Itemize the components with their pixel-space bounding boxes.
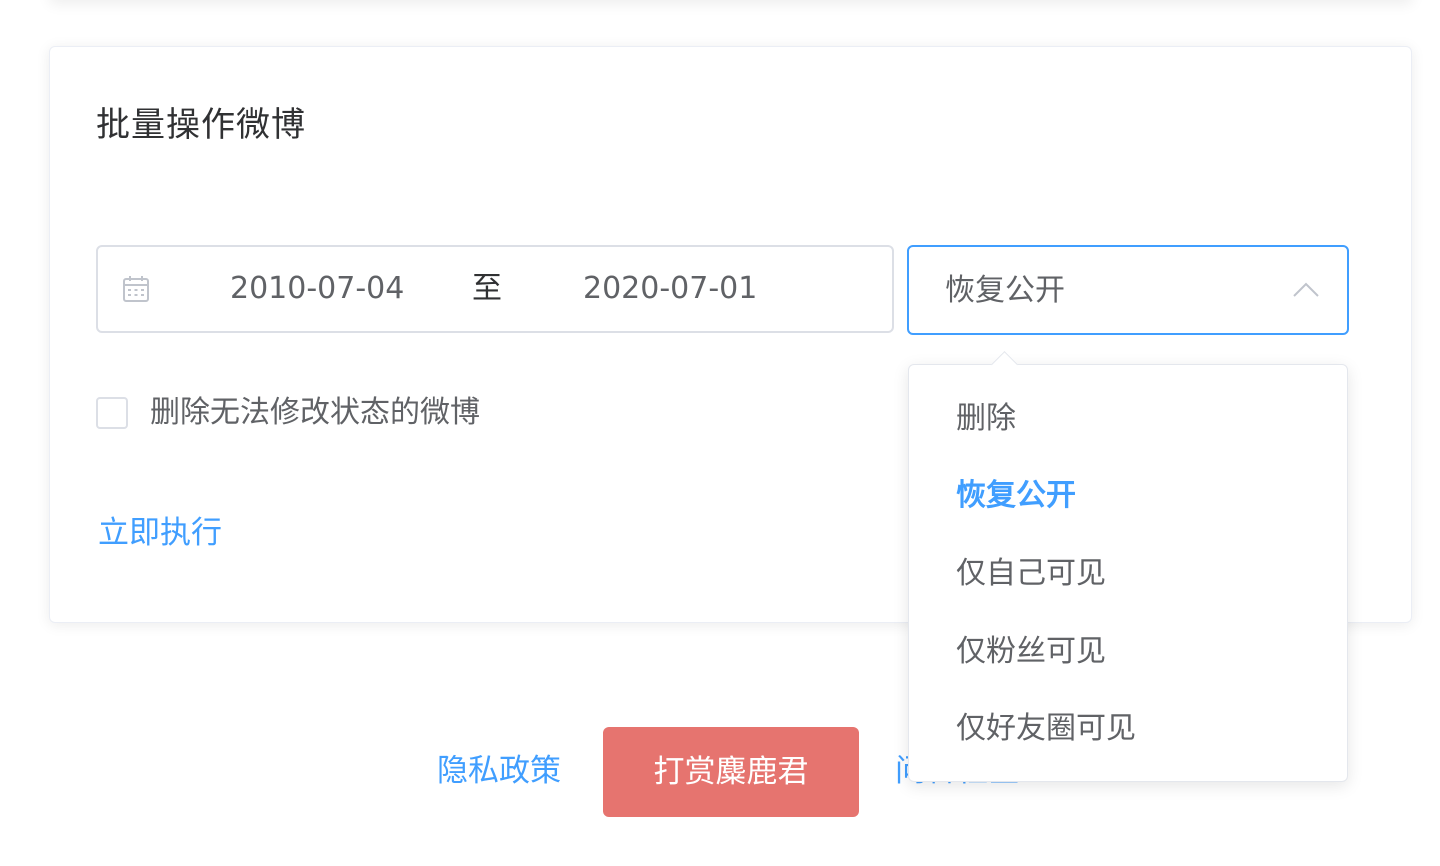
date-range-picker[interactable]: 2010-07-04 至 2020-07-01 [96,245,894,333]
option-self-only[interactable]: 仅自己可见 [956,553,1106,595]
calendar-icon [123,276,149,302]
option-restore-public[interactable]: 恢复公开 [956,475,1076,517]
end-date-input[interactable]: 2020-07-01 [583,269,757,309]
action-dropdown-menu: 删除 恢复公开 仅自己可见 仅粉丝可见 仅好友圈可见 [908,351,1348,782]
action-select[interactable]: 恢复公开 [907,245,1349,335]
option-fans-only[interactable]: 仅粉丝可见 [956,631,1106,673]
option-delete[interactable]: 删除 [956,398,1016,440]
option-friends-circle-only[interactable]: 仅好友圈可见 [956,708,1136,750]
delete-unmodifiable-label[interactable]: 删除无法修改状态的微博 [150,393,480,433]
delete-unmodifiable-checkbox[interactable] [96,397,128,429]
card-title: 批量操作微博 [96,105,306,145]
action-select-value: 恢复公开 [945,273,1065,308]
run-now-link[interactable]: 立即执行 [98,512,222,554]
donate-button[interactable]: 打赏麋鹿君 [603,727,859,817]
date-range-separator: 至 [472,271,502,306]
page: 批量操作微博 2010-07-04 至 2020-07-01 恢复公开 删除无法… [0,0,1440,866]
privacy-policy-link[interactable]: 隐私政策 [437,750,561,792]
start-date-input[interactable]: 2010-07-04 [230,269,404,309]
chevron-up-icon [1293,282,1319,297]
